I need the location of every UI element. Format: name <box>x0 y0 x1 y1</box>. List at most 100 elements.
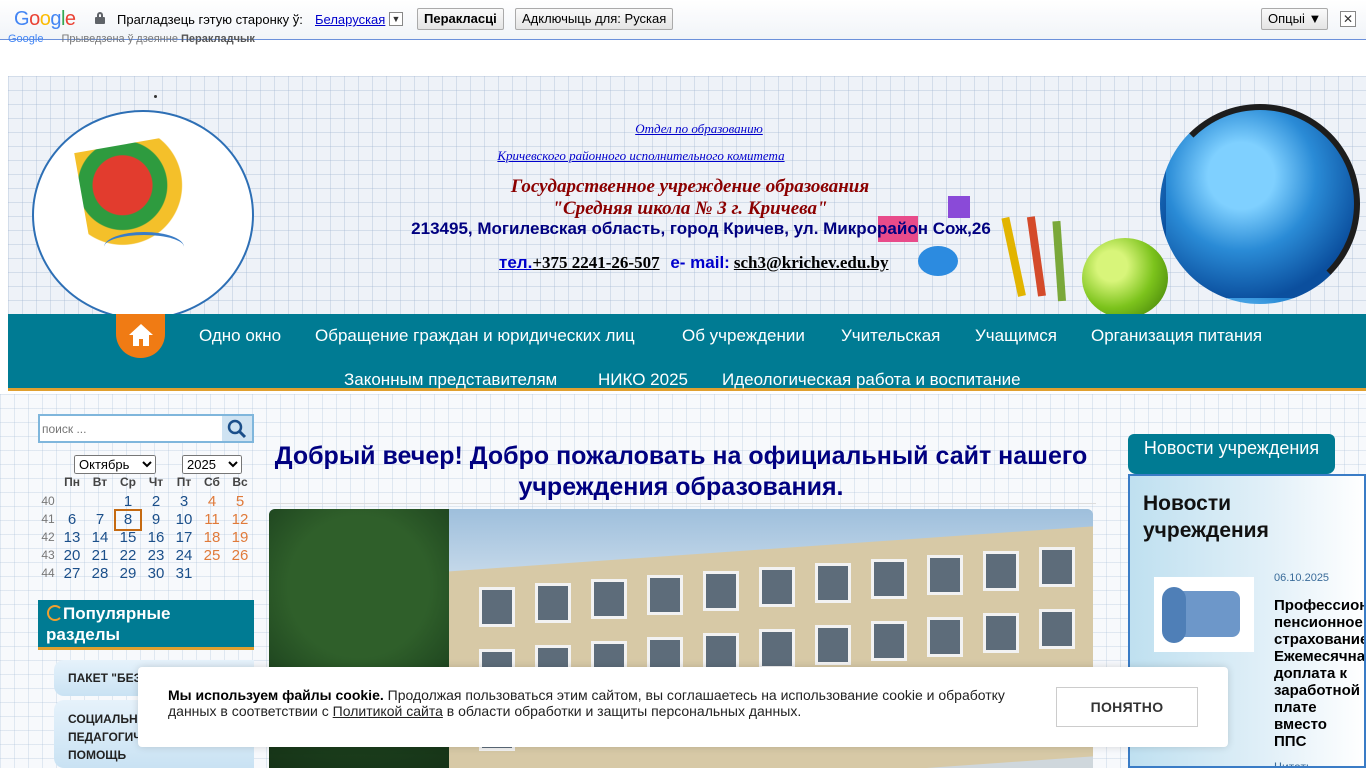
phone-number[interactable]: +375 2241-26-507 <box>532 253 659 272</box>
disable-translate-button[interactable]: Адключыць для: Руская <box>515 8 674 30</box>
close-icon[interactable]: ✕ <box>1340 11 1356 27</box>
popular-sections-header: Популярные разделы <box>38 600 254 650</box>
google-logo: Google <box>14 8 76 30</box>
calendar-day[interactable]: 6 <box>58 511 86 528</box>
translator-brand: Перакладчык <box>181 33 255 45</box>
search-icon <box>227 419 247 439</box>
calendar-year-select[interactable]: 2025 <box>182 455 242 474</box>
phone-label[interactable]: тел. <box>499 253 532 272</box>
read-more-link[interactable]: Читать <box>1274 760 1312 766</box>
news-thumbnail[interactable] <box>1154 577 1254 652</box>
globe-image <box>1160 104 1360 304</box>
calendar-month-select[interactable]: Октябрь <box>74 455 156 474</box>
calendar-day[interactable]: 14 <box>86 529 114 546</box>
cookie-text-2: в области обработки и защиты персональны… <box>442 703 802 719</box>
spinner-icon <box>47 605 63 621</box>
nav-item-ideology[interactable]: Идеологическая работа и воспитание <box>722 370 1021 390</box>
school-logo[interactable] <box>32 110 254 314</box>
calendar-weekday: Сб <box>204 475 220 489</box>
calendar-day[interactable]: 4 <box>198 493 226 510</box>
calendar-day[interactable]: 13 <box>58 529 86 546</box>
calendar-day[interactable]: 22 <box>114 547 142 564</box>
accept-cookies-button[interactable]: ПОНЯТНО <box>1056 687 1198 727</box>
calendar-week-number: 43 <box>41 548 55 562</box>
cookie-text: Мы используем файлы cookie. Продолжая по… <box>168 687 1028 719</box>
calendar-day[interactable]: 24 <box>170 547 198 564</box>
calendar-day[interactable]: 31 <box>170 565 198 582</box>
news-tab[interactable]: Новости учреждения <box>1128 434 1335 474</box>
dropdown-arrow-icon[interactable]: ▼ <box>389 12 403 26</box>
search-input[interactable] <box>42 419 222 439</box>
institution-title: Государственное учреждение образования <box>510 176 870 197</box>
decor-dot <box>154 95 157 98</box>
news-title: Новости учреждения <box>1143 492 1269 542</box>
language-link[interactable]: Беларуская <box>315 12 385 27</box>
nav-item-appeals[interactable]: Обращение граждан и юридических лиц <box>315 326 635 346</box>
calendar-weekday: Чт <box>148 475 164 489</box>
calendar-weekday: Пт <box>176 475 192 489</box>
calendar-day[interactable]: 17 <box>170 529 198 546</box>
calendar-day-today[interactable]: 8 <box>114 509 142 531</box>
calendar-day[interactable]: 1 <box>114 493 142 510</box>
calendar-weekday: Вт <box>92 475 108 489</box>
calendar-week-number: 40 <box>41 494 55 508</box>
calendar-day[interactable]: 12 <box>226 511 254 528</box>
school-name: "Средняя школа № 3 г. Кричева" <box>552 198 828 219</box>
district-committee-link[interactable]: Кричевского районного исполнительного ко… <box>441 148 841 164</box>
translate-prompt: Прагладзець гэтую старонку ў: <box>117 12 303 27</box>
calendar-day[interactable]: 9 <box>142 511 170 528</box>
news-headline[interactable]: Профессиональное пенсионное страхование.… <box>1274 597 1364 750</box>
welcome-heading: Добрый вечер! Добро пожаловать на официа… <box>274 442 1088 501</box>
calendar-day[interactable]: 28 <box>86 565 114 582</box>
calendar-day[interactable]: 27 <box>58 565 86 582</box>
calendar-day[interactable]: 30 <box>142 565 170 582</box>
calendar-day[interactable]: 20 <box>58 547 86 564</box>
calendar-day[interactable]: 29 <box>114 565 142 582</box>
calendar-day[interactable]: 2 <box>142 493 170 510</box>
google-mini-logo: Google <box>8 33 44 45</box>
nav-item-niko[interactable]: НИКО 2025 <box>598 370 688 390</box>
nav-item-students[interactable]: Учащимся <box>975 326 1057 346</box>
calendar-day[interactable]: 5 <box>226 493 254 510</box>
calendar-day[interactable]: 15 <box>114 529 142 546</box>
school-address: 213495, Могилевская область, город Криче… <box>411 219 991 238</box>
calendar-day[interactable]: 23 <box>142 547 170 564</box>
calendar-day[interactable]: 3 <box>170 493 198 510</box>
calendar-week-number: 42 <box>41 530 55 544</box>
nav-item-parents[interactable]: Законным представителям <box>344 370 557 390</box>
powered-by-text: Прыведзена ў дзеянне <box>61 33 178 45</box>
nav-item-catering[interactable]: Организация питания <box>1091 326 1262 346</box>
home-button[interactable] <box>116 314 165 358</box>
lock-icon <box>95 12 105 24</box>
calendar-day[interactable]: 25 <box>198 547 226 564</box>
calendar-week-number: 44 <box>41 566 55 580</box>
calendar-day[interactable]: 19 <box>226 529 254 546</box>
calendar-day[interactable]: 16 <box>142 529 170 546</box>
calendar-day[interactable]: 18 <box>198 529 226 546</box>
translate-powered-by: Google Прыведзена ў дзеянне Перакладчык <box>8 33 255 45</box>
home-icon <box>129 324 153 346</box>
cookie-banner: Мы используем файлы cookie. Продолжая по… <box>138 667 1228 747</box>
news-date: 06.10.2025 <box>1274 572 1330 584</box>
calendar-day[interactable]: 21 <box>86 547 114 564</box>
options-button[interactable]: Опцыі ▼ <box>1261 8 1329 30</box>
education-department-link[interactable]: Отдел по образованию <box>499 121 899 137</box>
calendar-day[interactable]: 7 <box>86 511 114 528</box>
nav-item-one-window[interactable]: Одно окно <box>199 326 281 346</box>
translate-button[interactable]: Перакласці <box>417 8 504 30</box>
cookie-bold: Мы используем файлы cookie. <box>168 687 384 703</box>
email-link[interactable]: sch3@krichev.edu.by <box>734 253 889 272</box>
calendar-weekday: Вс <box>232 475 248 489</box>
calendar-week-number: 41 <box>41 512 55 526</box>
divider <box>270 503 1096 504</box>
privacy-policy-link[interactable]: Политикой сайта <box>333 703 443 719</box>
search-button[interactable] <box>222 416 252 441</box>
nav-item-about[interactable]: Об учреждении <box>682 326 805 346</box>
calendar-day[interactable]: 10 <box>170 511 198 528</box>
calendar-day[interactable]: 11 <box>198 511 226 528</box>
calendar-day[interactable]: 26 <box>226 547 254 564</box>
email-label: е- mail: <box>670 253 730 272</box>
nav-item-teachers[interactable]: Учительская <box>841 326 940 346</box>
popular-sections-title: Популярные разделы <box>46 604 171 644</box>
contact-line: тел.+375 2241-26-507 е- mail: sch3@kriche… <box>499 253 889 273</box>
